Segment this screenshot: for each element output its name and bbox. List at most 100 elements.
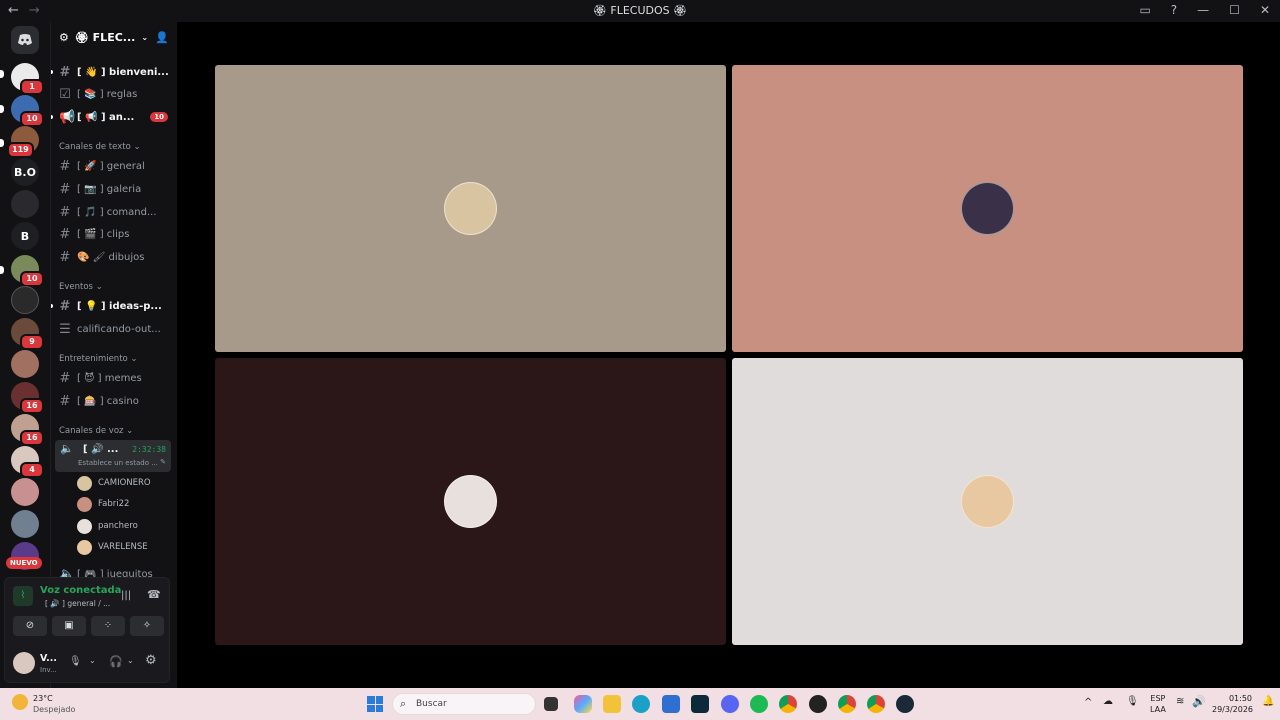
terminal-icon[interactable] — [691, 695, 709, 713]
soundboard-button[interactable]: ✧ — [130, 616, 164, 636]
channel-item[interactable]: # 🎨 🖌 dibujos — [51, 247, 177, 267]
server-icon[interactable]: 1 — [11, 63, 44, 95]
headphones-icon[interactable]: 🎧 — [109, 655, 123, 668]
participant-tile[interactable] — [215, 65, 726, 352]
minimize-button[interactable]: — — [1197, 3, 1209, 17]
participant-avatar — [444, 475, 497, 528]
chrome-icon[interactable] — [867, 695, 885, 713]
voice-connected-label[interactable]: Voz conectada — [40, 585, 121, 596]
wifi-icon[interactable]: ≋ — [1176, 696, 1184, 707]
channel-item[interactable]: ☰ calificando-out... — [51, 319, 177, 339]
settings-gear-icon[interactable]: ⚙ — [145, 653, 157, 668]
participant-tile[interactable] — [732, 358, 1243, 645]
screen-share-button[interactable]: ▣ — [52, 616, 86, 636]
new-badge: NUEVO — [6, 557, 42, 569]
discord-taskbar-icon[interactable] — [721, 695, 739, 713]
microphone-icon[interactable]: 🎙 — [1126, 696, 1139, 707]
server-icon[interactable]: 16 — [11, 382, 44, 414]
category-header[interactable]: Entretenimiento ⌄ — [59, 354, 138, 364]
spotify-icon[interactable] — [750, 695, 768, 713]
channel-item[interactable]: #[ 🎰 ] casino — [51, 391, 177, 411]
cloud-off-icon[interactable]: ☁ — [1103, 696, 1113, 707]
rules-icon: ☑ — [59, 86, 71, 102]
channel-item[interactable]: ☑ [ 📚 ] reglas — [51, 84, 177, 104]
store-icon[interactable] — [662, 695, 680, 713]
weather-sun-icon[interactable] — [12, 694, 28, 710]
file-explorer-icon[interactable] — [603, 695, 621, 713]
avatar — [77, 539, 92, 555]
title-bar: ← → 🏵 FLECUDOS 🏵 ▭ ? — ☐ ✕ — [0, 0, 1280, 22]
chrome-icon[interactable] — [779, 695, 797, 713]
edge-icon[interactable] — [632, 695, 650, 713]
disconnect-icon[interactable]: ☎ — [147, 588, 161, 601]
server-icon[interactable] — [11, 350, 39, 378]
category-header[interactable]: Canales de voz ⌄ — [59, 426, 133, 436]
category-header[interactable]: Canales de texto ⌄ — [59, 142, 141, 152]
language-indicator[interactable]: ESP LAA — [1150, 693, 1166, 715]
task-view-icon[interactable] — [544, 697, 558, 711]
notification-bell-icon[interactable]: 🔔 — [1262, 696, 1274, 707]
server-icon[interactable] — [11, 286, 39, 314]
volume-icon[interactable]: 🔊 — [1192, 695, 1206, 708]
weather-temp[interactable]: 23°C — [33, 694, 53, 703]
avatar — [77, 518, 92, 534]
chrome-icon[interactable] — [838, 695, 856, 713]
search-box[interactable]: ⌕ Buscar — [392, 693, 536, 715]
gear-icon[interactable]: ⚙ — [59, 31, 69, 44]
close-button[interactable]: ✕ — [1260, 3, 1270, 17]
chevron-up-icon[interactable]: ^ — [1084, 697, 1092, 708]
soundwave-icon[interactable]: ||| — [121, 590, 131, 601]
inbox-icon[interactable]: ▭ — [1139, 3, 1150, 17]
voice-channel-path[interactable]: [ 🔊 ] general / ... — [45, 599, 110, 608]
channel-item[interactable]: #[ 📷 ] galeria — [51, 179, 177, 199]
pencil-icon[interactable]: ✎ — [160, 458, 166, 466]
server-icon[interactable]: 4 — [11, 446, 44, 478]
copilot-icon[interactable] — [574, 695, 592, 713]
window-title: 🏵 FLECUDOS 🏵 — [592, 4, 688, 17]
voice-member[interactable]: Fabri22 — [77, 495, 129, 513]
chevron-down-icon[interactable]: ⌄ — [127, 656, 134, 665]
active-voice-channel[interactable]: 🔈 [ 🔊 ... 2:32:38 Establece un estado ..… — [55, 440, 171, 472]
add-member-icon[interactable]: 👤 — [155, 31, 169, 44]
server-icon[interactable]: 16 — [11, 414, 44, 446]
category-header[interactable]: Eventos ⌄ — [59, 282, 103, 292]
channel-item[interactable]: #[ 🎬 ] clips — [51, 224, 177, 244]
steam-icon[interactable] — [896, 695, 914, 713]
voice-user-panel: ⌇ Voz conectada [ 🔊 ] general / ... ||| … — [4, 577, 170, 683]
channel-item[interactable]: # [ 👋 ] bienveni... — [51, 62, 177, 82]
server-icon[interactable]: B — [11, 222, 39, 250]
clock[interactable]: 01:50 29/3/2026 — [1212, 693, 1253, 715]
weather-desc[interactable]: Despejado — [33, 705, 75, 714]
camera-off-button[interactable]: ⊘ — [13, 616, 47, 636]
chevron-down-icon[interactable]: ⌄ — [89, 656, 96, 665]
voice-member[interactable]: CAMIONERO — [77, 474, 151, 492]
server-icon[interactable]: 10 — [11, 95, 44, 127]
server-icon[interactable]: 9 — [11, 318, 44, 350]
voice-member[interactable]: VARELENSE — [77, 538, 148, 556]
windows-start-icon[interactable] — [367, 696, 383, 712]
participant-tile[interactable] — [215, 358, 726, 645]
channel-item[interactable]: #[ 💡 ] ideas-p... — [51, 296, 177, 316]
server-icon[interactable]: B.O — [11, 158, 39, 186]
server-icon[interactable] — [11, 190, 39, 218]
voice-status[interactable]: Establece un estado ... — [78, 459, 158, 467]
microphone-icon[interactable]: 🎙 — [69, 656, 82, 667]
app-icon[interactable] — [809, 695, 827, 713]
server-icon[interactable]: 10 — [11, 255, 44, 287]
channel-item[interactable]: 📢 [ 📢 ] an... 10 — [51, 107, 177, 127]
server-icon[interactable] — [11, 510, 39, 538]
channel-item[interactable]: #[ 😈 ] memes — [51, 368, 177, 388]
activities-button[interactable]: ⁘ — [91, 616, 125, 636]
avatar[interactable] — [13, 652, 35, 674]
channel-item[interactable]: #[ 🚀 ] general — [51, 156, 177, 176]
speaker-icon: 🔈 — [60, 442, 74, 455]
server-icon[interactable] — [11, 478, 39, 506]
server-icon[interactable]: 119 — [7, 126, 39, 158]
channel-item[interactable]: #[ 🎵 ] comand... — [51, 202, 177, 222]
server-header[interactable]: ⚙ 🏵 FLEC... ⌄ 👤 — [51, 22, 177, 52]
help-icon[interactable]: ? — [1171, 3, 1177, 17]
participant-tile[interactable] — [732, 65, 1243, 352]
voice-member[interactable]: panchero — [77, 517, 138, 535]
discord-home-icon[interactable] — [11, 26, 39, 54]
maximize-button[interactable]: ☐ — [1229, 3, 1240, 17]
